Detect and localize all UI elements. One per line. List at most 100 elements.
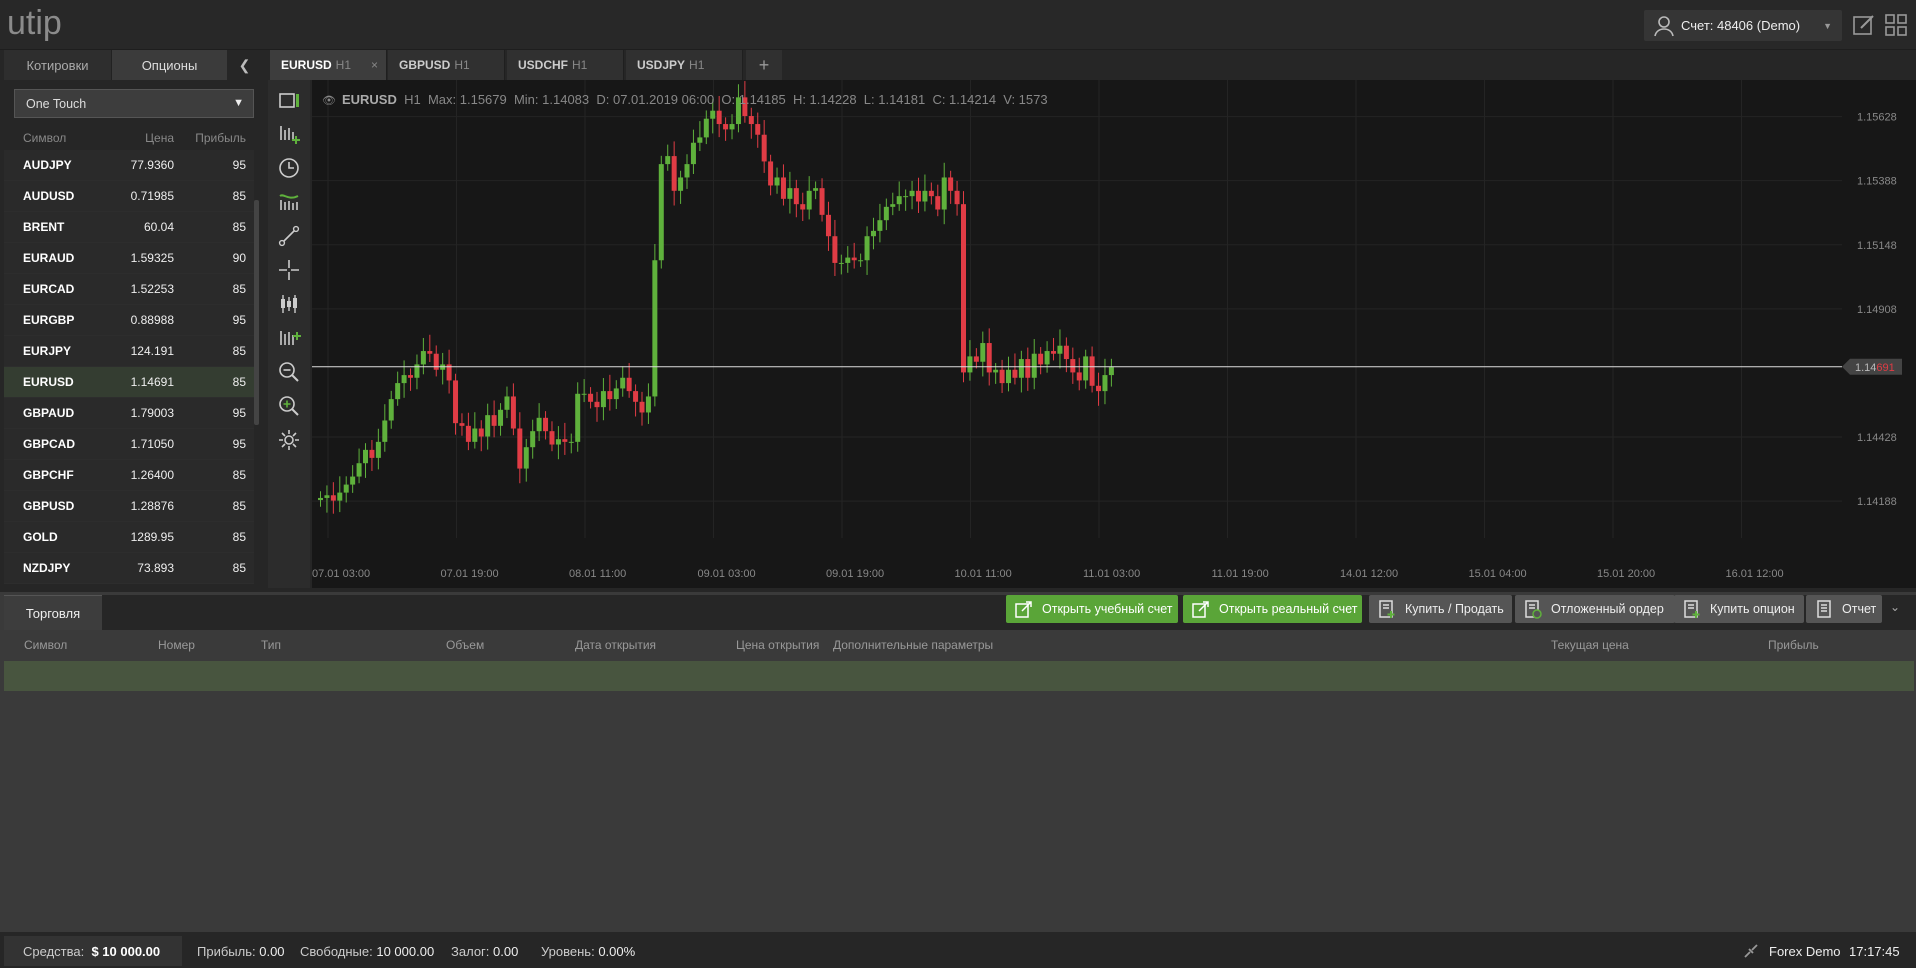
option-type-value: One Touch: [26, 96, 87, 111]
tab-trading[interactable]: Торговля: [4, 595, 102, 630]
pending-order-button[interactable]: Отложенный ордер: [1515, 595, 1675, 623]
list-item[interactable]: AUDJPY 77.9360 95: [4, 150, 254, 181]
zoom-out-icon[interactable]: [277, 360, 301, 384]
grid-layout-icon[interactable]: [1884, 13, 1908, 37]
level-value: 0.00%: [598, 944, 636, 959]
y-tick-label: 1.15148: [1857, 240, 1897, 252]
candle-body: [1012, 369, 1018, 378]
y-tick-label: 1.15628: [1857, 112, 1897, 124]
list-item[interactable]: AUDUSD 0.71985 85: [4, 181, 254, 212]
bar-chart-add-icon[interactable]: [277, 326, 301, 350]
buy-option-button[interactable]: Купить опцион: [1674, 595, 1804, 623]
candlestick-chart[interactable]: 07.01 03:00 07.01 19:00 08.01 11:00 09.01 0…: [312, 80, 1916, 588]
candle-body: [1083, 356, 1089, 381]
candle-body: [967, 356, 973, 373]
col-open-date: Дата открытия: [575, 638, 657, 652]
candle-body: [1006, 369, 1012, 384]
add-chart-tab-button[interactable]: +: [746, 50, 782, 80]
candle-body: [607, 391, 613, 400]
list-item[interactable]: NZDJPY 73.893 85: [4, 553, 254, 584]
order-form-icon: [1379, 600, 1395, 618]
candle-body: [1070, 359, 1076, 373]
eye-icon[interactable]: 👁: [322, 95, 336, 107]
instrument-profit: 85: [232, 530, 246, 544]
zoom-in-icon[interactable]: [277, 394, 301, 418]
report-button[interactable]: Отчет: [1806, 595, 1882, 623]
instrument-price: 1289.95: [130, 530, 174, 544]
candle-body: [504, 396, 510, 410]
positions-table-header: Символ Номер Тип Объем Дата открытия Цен…: [4, 630, 1914, 660]
buy-option-label: Купить опцион: [1710, 602, 1795, 616]
list-item[interactable]: GBPUSD 1.28876 85: [4, 491, 254, 522]
instrument-profit: 95: [232, 313, 246, 327]
list-item[interactable]: BRENT 60.04 85: [4, 212, 254, 243]
table-row[interactable]: [4, 661, 1914, 691]
chart-tab-gbpusd[interactable]: GBPUSD H1: [388, 50, 505, 80]
edit-icon[interactable]: [1852, 13, 1876, 37]
list-item[interactable]: EURAUD 1.59325 90: [4, 243, 254, 274]
chevron-down-icon[interactable]: ⌄: [1890, 600, 1900, 614]
candle-body: [922, 190, 928, 202]
x-tick-label: 10.01 11:00: [955, 568, 1012, 580]
tab-options[interactable]: Опционы: [112, 50, 227, 80]
list-item[interactable]: EURUSD 1.14691 85: [4, 367, 254, 398]
chart-type-icon[interactable]: [277, 89, 301, 113]
candle-body: [761, 134, 767, 162]
open-real-account-button[interactable]: Открыть реальный счет: [1183, 595, 1362, 623]
instrument-symbol: EURUSD: [23, 375, 74, 389]
clock-icon[interactable]: [277, 156, 301, 180]
buy-sell-button[interactable]: Купить / Продать: [1369, 595, 1512, 623]
x-tick-label: 07.01 03:00: [312, 568, 370, 580]
instrument-profit: 95: [232, 158, 246, 172]
account-selector[interactable]: Счет: 48406 (Demo) ▼: [1644, 10, 1842, 41]
candle-body: [536, 417, 542, 432]
list-item[interactable]: EURJPY 124.191 85: [4, 336, 254, 367]
list-item[interactable]: GBPCHF 1.26400 85: [4, 460, 254, 491]
buy-sell-label: Купить / Продать: [1405, 602, 1504, 616]
chart-tab-usdchf[interactable]: USDCHF H1: [507, 50, 624, 80]
tab-quotes[interactable]: Котировки: [4, 50, 112, 80]
open-demo-account-button[interactable]: Открыть учебный счет: [1006, 595, 1178, 623]
x-tick-label: 08.01 11:00: [569, 568, 626, 580]
list-item[interactable]: GBPAUD 1.79003 95: [4, 398, 254, 429]
candle-body: [453, 380, 459, 424]
list-item[interactable]: EURGBP 0.88988 95: [4, 305, 254, 336]
candle-body: [1089, 356, 1095, 386]
settings-gear-icon[interactable]: [277, 428, 301, 452]
chart-tab-eurusd[interactable]: EURUSD H1 ×: [270, 50, 387, 80]
column-profit: Прибыль: [195, 131, 246, 145]
indicators-icon[interactable]: [277, 190, 301, 214]
candle-body: [973, 356, 979, 362]
instrument-symbol: EURJPY: [23, 344, 72, 358]
list-item[interactable]: GBPCAD 1.71050 95: [4, 429, 254, 460]
add-indicator-icon[interactable]: [277, 122, 301, 146]
candle-body: [793, 188, 799, 205]
option-type-select[interactable]: One Touch ▼: [14, 89, 254, 118]
account-label: Счет: 48406 (Demo): [1681, 18, 1801, 33]
candle-body: [825, 214, 831, 237]
pending-order-icon: [1525, 600, 1542, 619]
candle-body: [465, 425, 471, 442]
price-chart[interactable]: 07.01 03:00 07.01 19:00 08.01 11:00 09.01 0…: [312, 80, 1916, 588]
instrument-profit: 85: [232, 561, 246, 575]
close-icon[interactable]: ×: [371, 58, 378, 72]
x-tick-label: 09.01 03:00: [698, 568, 756, 580]
pending-order-label: Отложенный ордер: [1551, 602, 1664, 616]
instrument-price: 0.71985: [130, 189, 174, 203]
instrument-profit: 85: [232, 499, 246, 513]
candle-body: [980, 343, 986, 362]
list-item[interactable]: EURCAD 1.52253 85: [4, 274, 254, 305]
collapse-panel-icon[interactable]: ❮: [227, 50, 262, 80]
trend-line-icon[interactable]: [277, 224, 301, 248]
candle-body: [575, 393, 581, 442]
candle-body: [324, 495, 330, 498]
chart-tab-usdjpy[interactable]: USDJPY H1: [626, 50, 743, 80]
scrollbar[interactable]: [254, 200, 259, 425]
candles-icon[interactable]: [277, 292, 301, 316]
chart-tab-symbol: EURUSD: [281, 58, 332, 72]
col-current-price: Текущая цена: [1551, 638, 1629, 652]
crosshair-icon[interactable]: [277, 258, 301, 282]
list-item[interactable]: GOLD 1289.95 85: [4, 522, 254, 553]
x-tick-label: 16.01 12:00: [1726, 568, 1784, 580]
candle-body: [935, 196, 941, 210]
